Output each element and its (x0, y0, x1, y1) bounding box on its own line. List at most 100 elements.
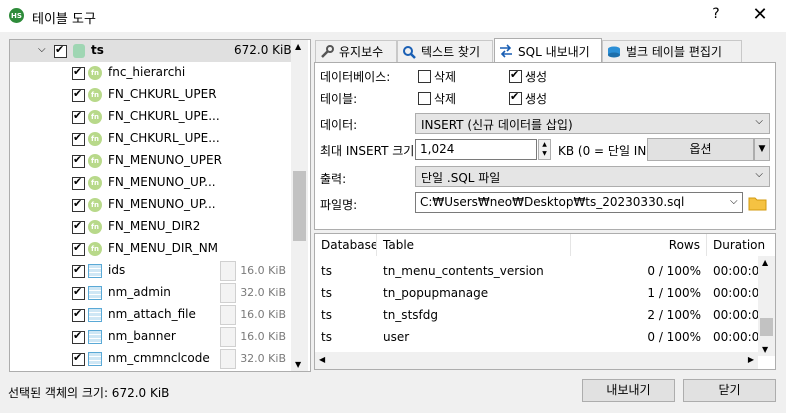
output-label: 출력: (320, 172, 347, 186)
scroll-up-icon[interactable]: ▲ (762, 258, 768, 267)
options-button[interactable]: 옵션 (647, 138, 754, 161)
max-insert-label: 최대 INSERT 크기: (320, 144, 419, 158)
tree-item-row[interactable]: fn FN_MENUNO_UPER (10, 150, 298, 172)
tree-item-checkbox[interactable] (72, 307, 85, 322)
data-mode-select[interactable]: INSERT (신규 데이터를 삽입) ⌵ (415, 113, 770, 134)
chevron-down-icon[interactable]: ⌵ (38, 44, 46, 55)
tree-item-row[interactable]: fn FN_CHKURL_UPER (10, 84, 298, 106)
database-label: 데이터베이스: (320, 70, 391, 84)
grid-cell-table: user (383, 330, 410, 344)
max-insert-size-input[interactable]: 1,024 (415, 139, 537, 160)
export-button[interactable]: 내보내기 (582, 379, 675, 402)
scroll-down-icon[interactable]: ▼ (762, 345, 768, 354)
tree-item-label: nm_attach_file (108, 307, 196, 321)
selected-size-status: 선택된 객체의 크기: 672.0 KiB (8, 386, 170, 400)
tab-label: 텍스트 찾기 (421, 45, 481, 59)
column-header-table[interactable]: Table (377, 234, 571, 256)
scroll-right-icon[interactable]: ▶ (748, 355, 754, 364)
function-icon: fn (88, 132, 102, 146)
tree-item-size: 16.0 KiB (240, 308, 286, 321)
tree-item-checkbox[interactable] (72, 197, 85, 212)
table-icon (88, 264, 102, 278)
tree-item-checkbox[interactable] (72, 219, 85, 234)
tree-item-label: FN_MENUNO_UP... (108, 197, 216, 211)
filename-value: C:₩Users₩neo₩Desktop₩ts_20230330.sql (420, 195, 685, 209)
tree-item-checkbox[interactable] (72, 87, 85, 102)
tree-root-row[interactable]: ⌵ ts 672.0 KiB (10, 40, 298, 62)
tab-label: SQL 내보내기 (518, 44, 590, 59)
grid-vscrollbar[interactable]: ▲ ▼ (758, 256, 775, 356)
tree-item-checkbox[interactable] (72, 351, 85, 366)
tab-bulk-table-editor[interactable]: 벌크 테이블 편집기 (602, 40, 742, 62)
tree-item-checkbox[interactable] (72, 153, 85, 168)
tree-item-row[interactable]: nm_attach_file 16.0 KiB (10, 304, 298, 326)
tree-item-row[interactable]: nm_admin 32.0 KiB (10, 282, 298, 304)
grid-scrollbar-thumb[interactable] (760, 318, 773, 336)
scroll-down-icon[interactable]: ▼ (295, 360, 301, 369)
object-tree[interactable]: ⌵ ts 672.0 KiB fnfnc_hierarchifnFN_CHKUR… (9, 39, 311, 372)
wrench-icon (320, 44, 334, 59)
tree-item-checkbox[interactable] (72, 109, 85, 124)
close-window-button[interactable]: ✕ (748, 4, 772, 28)
filename-dropdown-icon[interactable]: ⌵ (730, 196, 738, 207)
grid-cell-table: tn_stsfdg (383, 308, 438, 322)
tree-item-row[interactable]: fn FN_CHKURL_UPE... (10, 106, 298, 128)
tab-maintenance[interactable]: 유지보수 (315, 40, 397, 62)
close-button[interactable]: 닫기 (683, 379, 776, 402)
tree-item-checkbox[interactable] (72, 175, 85, 190)
tree-scrollbar-thumb[interactable] (293, 170, 306, 241)
export-progress-grid[interactable]: Database Table Rows Duration ts tn_menu_c… (314, 233, 776, 370)
function-icon: fn (88, 220, 102, 234)
tab-sql-export[interactable]: SQL 내보내기 (494, 38, 602, 63)
tree-item-label: ids (108, 263, 126, 277)
database-icon (73, 44, 85, 58)
database-create-checkbox[interactable] (509, 68, 522, 83)
tree-item-checkbox[interactable] (72, 131, 85, 146)
tree-item-row[interactable]: nm_cmmnclcode 32.0 KiB (10, 348, 298, 370)
tree-item-checkbox[interactable] (72, 329, 85, 344)
scroll-up-icon[interactable]: ▲ (295, 42, 301, 51)
data-mode-value: INSERT (신규 데이터를 삽입) (421, 118, 573, 132)
tree-item-size: 32.0 KiB (240, 286, 286, 299)
root-checkbox[interactable] (54, 43, 67, 58)
max-insert-spinner[interactable]: ▲ ▼ (538, 139, 551, 160)
tree-item-row[interactable]: fn FN_MENUNO_UP... (10, 194, 298, 216)
tree-item-label: nm_admin (108, 285, 171, 299)
folder-open-icon[interactable] (747, 193, 769, 214)
tree-item-row[interactable]: fn FN_MENU_DIR_NM (10, 238, 298, 260)
output-select[interactable]: 단일 .SQL 파일 ⌵ (415, 166, 770, 187)
tree-item-row[interactable]: fn FN_MENUNO_UP... (10, 172, 298, 194)
tree-item-size: 32.0 KiB (240, 352, 286, 365)
root-size: 672.0 KiB (234, 43, 292, 57)
tree-item-row[interactable]: fn fnc_hierarchi (10, 62, 298, 84)
scroll-left-icon[interactable]: ◀ (319, 355, 325, 364)
tab-text-search[interactable]: 텍스트 찾기 (397, 40, 493, 62)
tree-item-row[interactable]: fn FN_MENU_DIR2 (10, 216, 298, 238)
tree-scrollbar[interactable]: ▲ ▼ (291, 40, 308, 371)
function-icon: fn (88, 154, 102, 168)
help-button[interactable]: ? (706, 6, 726, 26)
grid-cell-database: ts (321, 308, 332, 322)
database-drop-checkbox[interactable] (418, 70, 431, 83)
grid-cell-duration: 00:00:0 (713, 308, 758, 322)
tree-item-row[interactable]: fn FN_CHKURL_UPE... (10, 128, 298, 150)
tree-item-label: nm_banner (108, 329, 176, 343)
options-dropdown-icon[interactable]: ▼ (754, 138, 770, 161)
tree-item-row[interactable]: ids 16.0 KiB (10, 260, 298, 282)
grid-cell-rows: 0 / 100% (647, 330, 701, 344)
tree-item-checkbox[interactable] (72, 285, 85, 300)
tree-item-checkbox[interactable] (72, 241, 85, 256)
filename-input[interactable]: C:₩Users₩neo₩Desktop₩ts_20230330.sql (415, 192, 743, 213)
search-icon (402, 45, 416, 59)
column-header-rows[interactable]: Rows (571, 234, 707, 256)
grid-cell-table: tn_popupmanage (383, 286, 489, 300)
grid-hscrollbar[interactable]: ◀ ▶ (315, 352, 758, 369)
tree-item-checkbox[interactable] (72, 65, 85, 80)
tree-item-size: 16.0 KiB (240, 264, 286, 277)
table-drop-checkbox[interactable] (418, 92, 431, 105)
column-header-duration[interactable]: Duration (707, 234, 775, 256)
column-header-database[interactable]: Database (315, 234, 377, 256)
table-create-checkbox[interactable] (509, 90, 522, 105)
tree-item-checkbox[interactable] (72, 263, 85, 278)
tree-item-row[interactable]: nm_banner 16.0 KiB (10, 326, 298, 348)
